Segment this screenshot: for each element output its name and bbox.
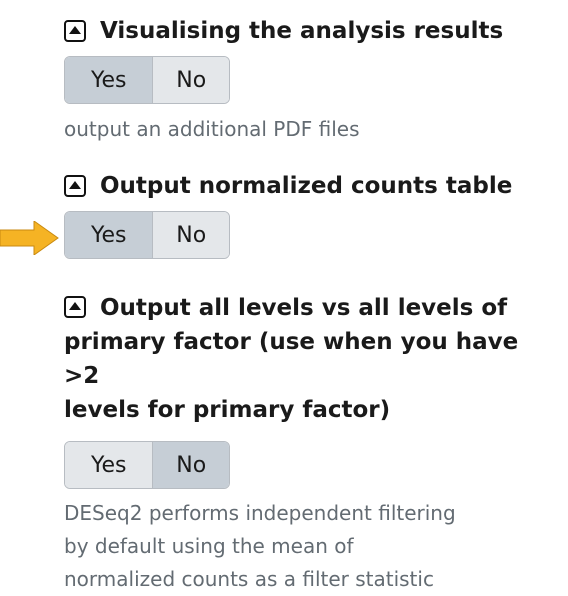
- collapse-triangle-icon[interactable]: [64, 296, 86, 318]
- toggle-yes-button[interactable]: Yes: [65, 212, 154, 258]
- param-all-levels: Output all levels vs all levels of prima…: [64, 290, 554, 596]
- param-title-line: Output all levels vs all levels of: [100, 295, 508, 321]
- toggle-no-button[interactable]: No: [153, 57, 229, 103]
- param-title[interactable]: Output normalized counts table: [64, 169, 554, 203]
- collapse-triangle-icon[interactable]: [64, 175, 86, 197]
- help-line: by default using the mean of: [64, 534, 354, 558]
- help-line: normalized counts as a filter statistic: [64, 567, 434, 591]
- param-normalized-counts: Output normalized counts table Yes No: [64, 169, 554, 259]
- toggle-no-button[interactable]: No: [153, 442, 229, 488]
- collapse-triangle-icon[interactable]: [64, 20, 86, 42]
- yes-no-toggle[interactable]: Yes No: [64, 56, 230, 104]
- toggle-yes-button[interactable]: Yes: [65, 442, 154, 488]
- param-visualising-results: Visualising the analysis results Yes No …: [64, 14, 554, 146]
- toggle-no-button[interactable]: No: [153, 212, 229, 258]
- param-title[interactable]: Visualising the analysis results: [64, 14, 554, 48]
- param-title-text: Output normalized counts table: [100, 173, 513, 199]
- param-help-text: output an additional PDF files: [64, 117, 360, 141]
- param-title-line: primary factor (use when you have >2: [64, 329, 519, 389]
- toggle-yes-button[interactable]: Yes: [65, 57, 154, 103]
- arrow-right-icon: [0, 221, 59, 255]
- yes-no-toggle[interactable]: Yes No: [64, 441, 230, 489]
- param-title[interactable]: Output all levels vs all levels of prima…: [64, 290, 554, 427]
- param-title-text: Visualising the analysis results: [100, 18, 504, 44]
- param-help-text: DESeq2 performs independent filtering by…: [64, 497, 554, 596]
- help-line: DESeq2 performs independent filtering: [64, 501, 456, 525]
- param-title-line: levels for primary factor): [64, 397, 391, 423]
- yes-no-toggle[interactable]: Yes No: [64, 211, 230, 259]
